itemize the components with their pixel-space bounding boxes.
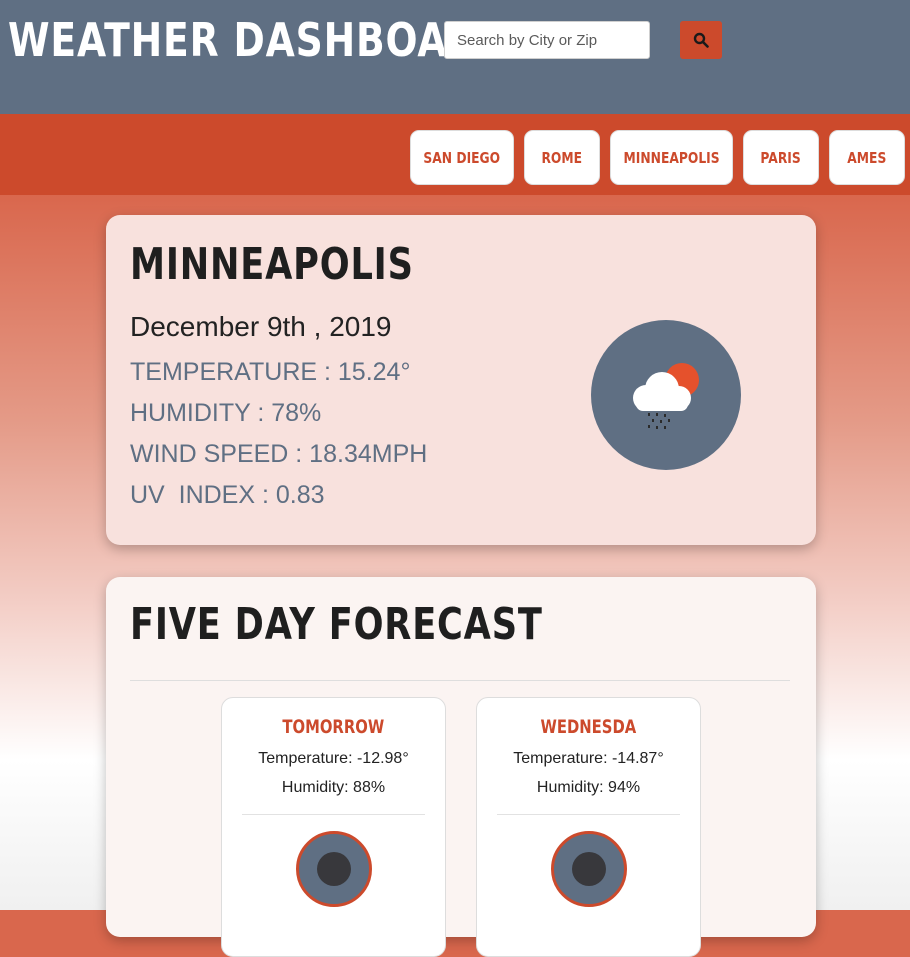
header: WEATHER DASHBOARD (0, 0, 910, 114)
forecast-day-divider (242, 814, 425, 815)
forecast-day-temperature: Temperature: -14.87° (513, 750, 664, 767)
temperature-stat: TEMPERATURE : 15.24° (130, 358, 411, 386)
current-date: December 9th , 2019 (130, 311, 392, 342)
city-button-rome[interactable]: ROME (524, 130, 600, 185)
forecast-day-humidity: Humidity: 94% (536, 779, 641, 796)
app-title: WEATHER DASHBOARD (8, 13, 510, 67)
forecast-day-divider (497, 814, 680, 815)
forecast-day-card: WEDNESDA Temperature: -14.87° Humidity: … (476, 697, 701, 957)
forecast-card: FIVE DAY FORECAST TOMORROW Temperature: … (106, 577, 816, 957)
current-weather-card: MINNEAPOLIS December 9th , 2019 TEMPERAT… (106, 215, 816, 545)
current-city-name: MINNEAPOLIS (130, 239, 414, 290)
forecast-day-name: TOMORROW (282, 716, 385, 738)
forecast-day-name: WEDNESDA (540, 716, 637, 738)
forecast-heading: FIVE DAY FORECAST (130, 599, 543, 650)
forecast-day-temperature: Temperature: -12.98° (258, 750, 409, 767)
snow-rain-sun-icon (633, 363, 699, 429)
current-weather-icon-circle (591, 320, 741, 470)
city-button-san-diego[interactable]: SAN DIEGO (410, 130, 514, 185)
search-button[interactable] (680, 21, 722, 59)
city-button-paris[interactable]: PARIS (743, 130, 819, 185)
forecast-weather-icon (551, 831, 627, 907)
forecast-day-card: TOMORROW Temperature: -12.98° Humidity: … (221, 697, 446, 957)
forecast-divider (130, 680, 790, 681)
uv-index-stat: UV INDEX : 0.83 (130, 481, 325, 509)
forecast-icon-dot (317, 852, 351, 886)
humidity-stat: HUMIDITY : 78% (130, 399, 322, 427)
wind-speed-stat: WIND SPEED : 18.34MPH (130, 440, 428, 468)
forecast-icon-dot (572, 852, 606, 886)
city-button-minneapolis[interactable]: MINNEAPOLIS (610, 130, 733, 185)
forecast-weather-icon (296, 831, 372, 907)
search-input[interactable] (444, 21, 650, 59)
saved-cities-bar: SAN DIEGO ROME MINNEAPOLIS PARIS AMES (0, 114, 910, 195)
search-icon (693, 32, 709, 48)
city-button-ames[interactable]: AMES (829, 130, 905, 185)
forecast-day-humidity: Humidity: 88% (281, 779, 386, 796)
